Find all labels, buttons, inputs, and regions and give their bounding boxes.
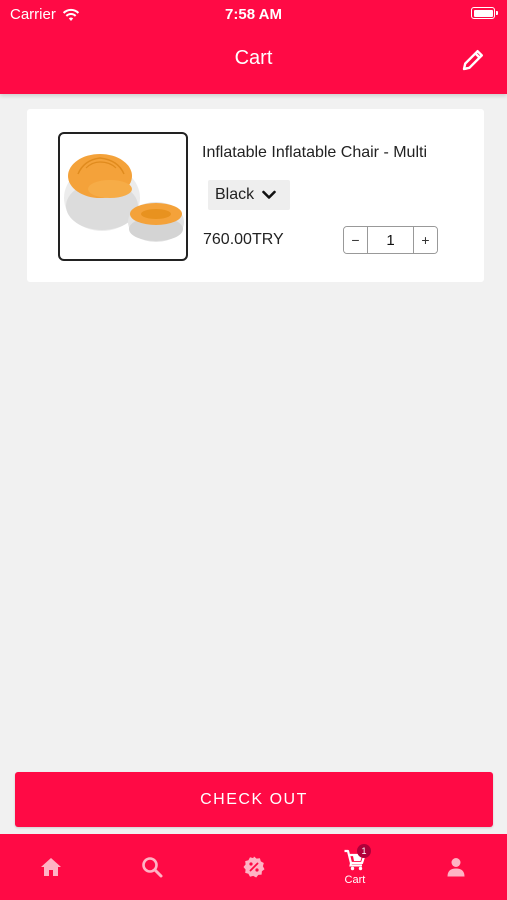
quantity-stepper: − + <box>343 226 438 254</box>
cart-count-badge: 1 <box>357 844 371 858</box>
top-navigation-bar: Carrier 7:58 AM Cart <box>0 0 507 94</box>
tab-cart[interactable]: Cart <box>304 834 405 900</box>
search-icon <box>142 857 163 878</box>
home-icon <box>40 858 61 876</box>
chevron-down-icon <box>262 190 276 199</box>
product-image[interactable] <box>58 132 188 261</box>
product-name[interactable]: Inflatable Inflatable Chair - Multi <box>202 144 427 162</box>
page-title: Cart <box>234 47 273 69</box>
inflatable-chair-image <box>64 154 184 242</box>
decrease-quantity-button[interactable]: − <box>344 227 368 253</box>
product-price: 760.00TRY <box>203 231 284 248</box>
battery-icon <box>471 7 498 19</box>
tab-search[interactable] <box>101 834 202 900</box>
discount-badge-icon <box>243 856 265 878</box>
color-variant-dropdown[interactable]: Black <box>208 180 290 210</box>
pencil-icon <box>462 50 483 71</box>
increase-quantity-button[interactable]: + <box>413 227 437 253</box>
bottom-tab-bar: Cart <box>0 834 507 900</box>
status-bar: Carrier 7:58 AM <box>0 0 507 28</box>
quantity-input[interactable] <box>368 227 413 253</box>
tab-home[interactable] <box>0 834 101 900</box>
variant-value: Black <box>215 186 255 203</box>
checkout-button[interactable]: CHECK OUT <box>15 772 493 827</box>
cart-item-card: Inflatable Inflatable Chair - Multi Blac… <box>27 109 484 282</box>
tab-profile[interactable] <box>406 834 507 900</box>
tab-deals[interactable] <box>203 834 304 900</box>
profile-icon <box>447 858 465 877</box>
status-time: 7:58 AM <box>225 6 282 23</box>
edit-button[interactable] <box>459 46 487 74</box>
tab-cart-label: Cart <box>344 874 366 886</box>
